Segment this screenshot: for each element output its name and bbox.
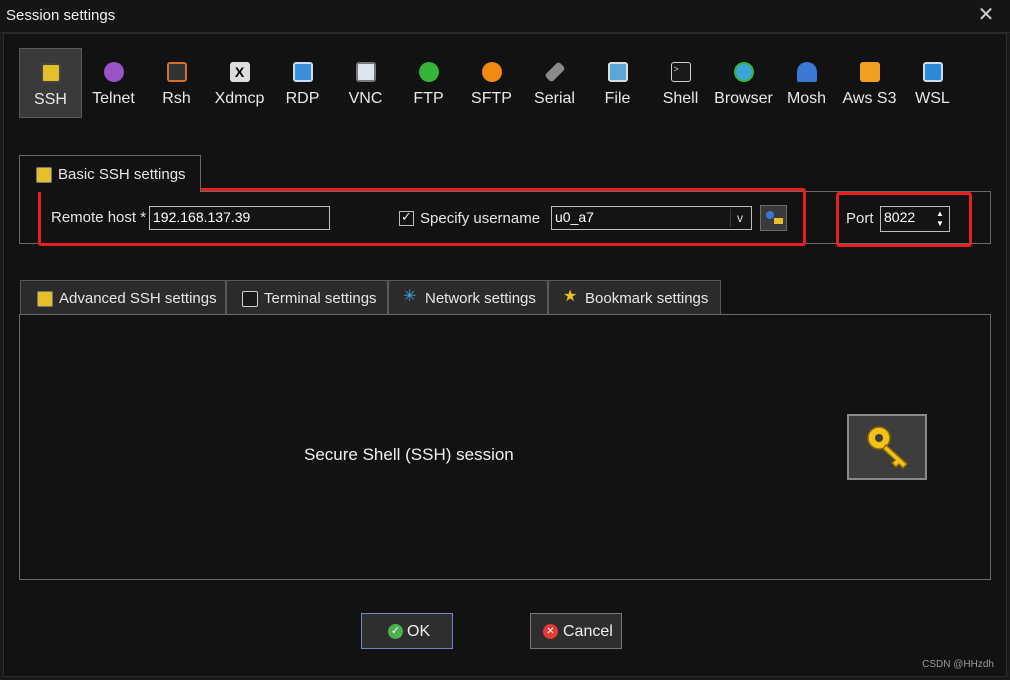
tool-label: Rsh — [162, 90, 191, 107]
remote-host-label: Remote host * — [51, 209, 147, 226]
ok-label: OK — [407, 623, 431, 640]
session-type-file[interactable]: File — [586, 48, 649, 118]
wsl-icon — [922, 62, 943, 82]
tab-label: Network settings — [425, 290, 536, 307]
ssh-key-logo — [847, 414, 927, 480]
file-icon — [607, 62, 628, 82]
ok-button[interactable]: ✓ OK — [361, 613, 453, 649]
tab-label: Terminal settings — [264, 290, 377, 307]
tool-label: File — [604, 90, 631, 107]
star-icon: ★ — [563, 288, 578, 305]
session-type-rsh[interactable]: Rsh — [145, 48, 208, 118]
cancel-circle-icon: ✕ — [543, 624, 558, 639]
session-type-serial[interactable]: Serial — [523, 48, 586, 118]
tab-network-settings[interactable]: ✳ Network settings — [388, 280, 548, 314]
browser-icon — [733, 62, 754, 82]
tab-label: Basic SSH settings — [58, 166, 186, 183]
serial-icon — [543, 61, 566, 83]
session-type-vnc[interactable]: VNC — [334, 48, 397, 118]
close-icon: ✕ — [977, 4, 995, 26]
key-icon — [867, 426, 909, 470]
tool-label: Serial — [534, 90, 575, 107]
session-description: Secure Shell (SSH) session — [304, 445, 514, 464]
vnc-icon — [355, 62, 376, 82]
specify-username-label: Specify username — [420, 210, 541, 227]
port-label: Port — [846, 210, 874, 227]
tab-terminal-settings[interactable]: Terminal settings — [226, 280, 388, 314]
close-button[interactable]: ✕ — [976, 5, 996, 25]
port-spinbox[interactable]: 8022 ▲ ▼ — [880, 206, 950, 232]
remote-host-input[interactable]: 192.168.137.39 — [149, 206, 330, 230]
specify-username-checkbox[interactable]: ✓ — [399, 209, 414, 226]
telnet-icon — [103, 62, 124, 82]
user-key-icon-key — [774, 218, 783, 224]
aws-s3-icon — [859, 62, 880, 82]
tool-label: SSH — [34, 91, 67, 108]
session-type-sftp[interactable]: SFTP — [460, 48, 523, 118]
session-type-mosh[interactable]: Mosh — [775, 48, 838, 118]
tool-label: Shell — [662, 90, 699, 107]
network-icon: ✳ — [403, 288, 417, 305]
shell-icon: > — [670, 62, 691, 82]
window-title: Session settings — [6, 7, 116, 24]
tool-label: Mosh — [786, 90, 827, 107]
title-bar: Session settings ✕ — [0, 0, 1010, 33]
tab-label: Bookmark settings — [585, 290, 709, 307]
user-credentials-button[interactable] — [760, 205, 787, 231]
spin-up-icon[interactable]: ▲ — [933, 209, 947, 219]
wrench-icon — [37, 291, 53, 307]
mosh-icon — [796, 62, 817, 82]
session-type-ftp[interactable]: FTP — [397, 48, 460, 118]
session-type-ssh[interactable]: SSH — [19, 48, 82, 118]
session-type-browser[interactable]: Browser — [712, 48, 775, 118]
port-value: 8022 — [884, 209, 916, 225]
chevron-down-icon[interactable]: v — [730, 209, 749, 227]
ssh-key-icon — [40, 63, 61, 83]
session-type-shell[interactable]: > Shell — [649, 48, 712, 118]
tool-label: VNC — [348, 90, 383, 107]
tool-label: FTP — [413, 90, 444, 107]
session-type-toolbar: SSH Telnet Rsh X Xdmcp RDP VNC FTP SFTP … — [19, 48, 989, 120]
tool-label: Telnet — [92, 90, 135, 107]
session-type-rdp[interactable]: RDP — [271, 48, 334, 118]
session-type-telnet[interactable]: Telnet — [82, 48, 145, 118]
watermark: CSDN @HHzdh — [922, 659, 994, 670]
checkmark-icon: ✓ — [401, 209, 412, 224]
session-type-xdmcp[interactable]: X Xdmcp — [208, 48, 271, 118]
tool-label: WSL — [915, 90, 950, 107]
cancel-label: Cancel — [563, 623, 613, 640]
tool-label: SFTP — [471, 90, 512, 107]
tab-advanced-ssh-settings[interactable]: Advanced SSH settings — [20, 280, 226, 314]
rdp-icon — [292, 62, 313, 82]
session-type-aws-s3[interactable]: Aws S3 — [838, 48, 901, 118]
username-dropdown[interactable]: u0_a7 v — [551, 206, 752, 230]
xdmcp-icon: X — [229, 62, 250, 82]
check-circle-icon: ✓ — [388, 624, 403, 639]
ftp-icon — [418, 62, 439, 82]
sftp-icon — [481, 62, 502, 82]
user-key-icon — [766, 211, 774, 219]
tab-basic-ssh-settings[interactable]: Basic SSH settings — [19, 155, 201, 192]
tool-label: Aws S3 — [842, 90, 897, 107]
tool-label: RDP — [285, 90, 320, 107]
spin-down-icon[interactable]: ▼ — [933, 219, 947, 229]
tab-bookmark-settings[interactable]: ★ Bookmark settings — [548, 280, 721, 314]
wrench-icon — [36, 167, 52, 183]
rsh-icon — [166, 62, 187, 82]
tool-label: Xdmcp — [214, 90, 265, 107]
session-type-wsl[interactable]: WSL — [901, 48, 964, 118]
terminal-icon — [242, 291, 258, 307]
username-value: u0_a7 — [555, 209, 594, 225]
tool-label: Browser — [714, 90, 773, 107]
cancel-button[interactable]: ✕ Cancel — [530, 613, 622, 649]
tab-label: Advanced SSH settings — [59, 290, 217, 307]
